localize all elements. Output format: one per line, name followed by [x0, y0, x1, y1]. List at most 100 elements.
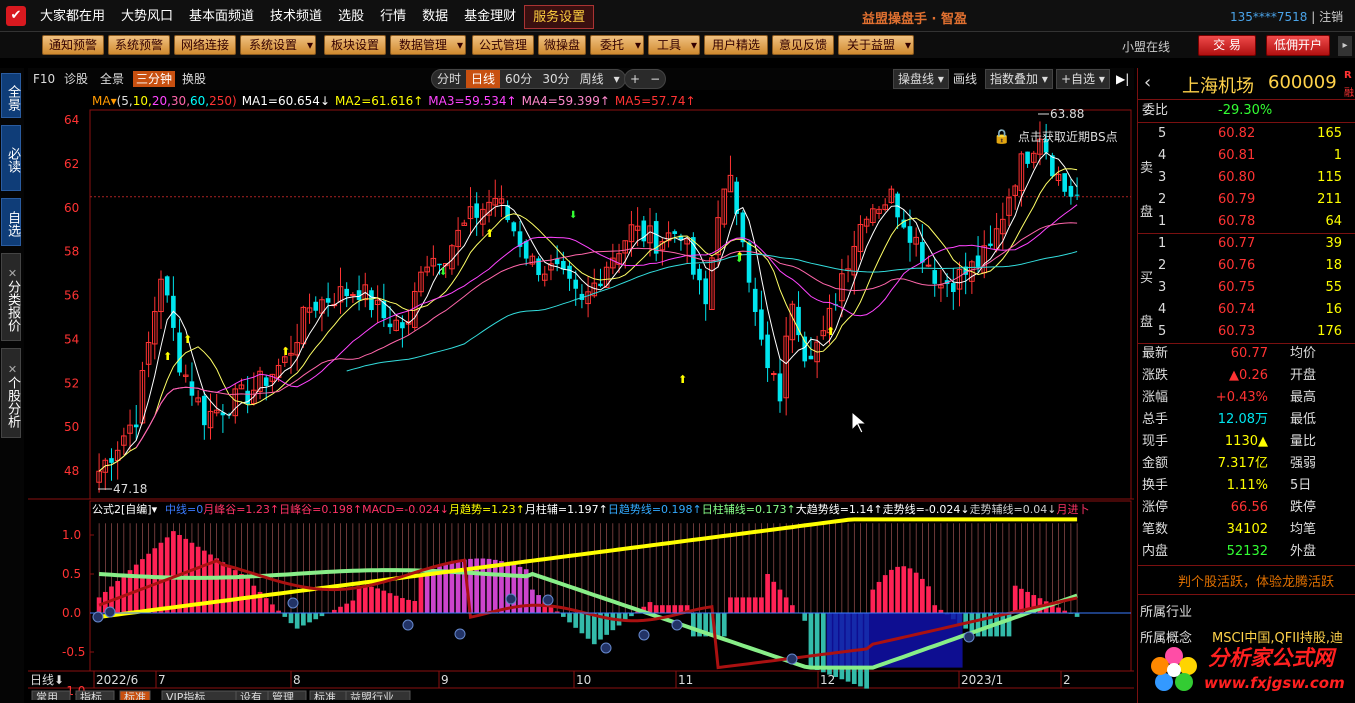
- price-tick: 52: [64, 376, 79, 390]
- toolbar-btn-8[interactable]: 委托: [590, 35, 644, 55]
- bottom-tab-0: 常用: [31, 690, 71, 700]
- add-favorite-dropdown[interactable]: +自选 ▾: [1056, 69, 1110, 89]
- menu-item-2[interactable]: 基本面频道: [181, 5, 262, 29]
- collapse-icon[interactable]: ▸: [1338, 36, 1352, 56]
- close-icon[interactable]: ✕: [6, 363, 19, 376]
- signal-dot-icon: [638, 629, 650, 641]
- next-page-icon[interactable]: ▶|: [1116, 71, 1129, 87]
- bottom-tab-2: 标准: [119, 690, 151, 700]
- buy-row[interactable]: 4 60.74 16: [1138, 299, 1355, 321]
- three-minute-button[interactable]: 三分钟: [133, 71, 176, 87]
- period-dropdown-icon[interactable]: ▾: [609, 70, 625, 88]
- menu-item-1[interactable]: 大势风口: [113, 5, 181, 29]
- index-overlay-dropdown[interactable]: 指数叠加 ▾: [985, 69, 1053, 89]
- trade-button[interactable]: 交 易: [1198, 35, 1256, 56]
- sell-row[interactable]: 5 60.82 165: [1138, 123, 1355, 145]
- candle-body: [672, 231, 678, 234]
- signal-dot-icon: [454, 628, 466, 640]
- open-account-button[interactable]: 低佣开户: [1266, 35, 1330, 56]
- toolbar-btn-4[interactable]: 板块设置: [324, 35, 386, 55]
- menu-item-7[interactable]: 基金理财: [456, 5, 524, 29]
- menu-item-5[interactable]: 行情: [372, 5, 414, 29]
- buy-row[interactable]: 1 60.77 39: [1138, 233, 1355, 255]
- menu-item-3[interactable]: 技术频道: [262, 5, 330, 29]
- svg-text:VIP指标: VIP指标: [166, 690, 205, 700]
- menu-item-6[interactable]: 数据: [414, 5, 456, 29]
- period-0[interactable]: 分时: [432, 70, 466, 88]
- candle-body: [932, 270, 938, 284]
- sell-row[interactable]: 4 60.81 1: [1138, 145, 1355, 167]
- candle-body: [344, 288, 349, 297]
- sidebar-tab-3[interactable]: ✕分类报价: [1, 253, 21, 341]
- signal-dot-icon: [92, 611, 104, 623]
- online-status[interactable]: 小盟在线: [1122, 38, 1170, 55]
- sell-tag-1: 卖: [1140, 161, 1154, 176]
- sell-row[interactable]: 3 60.80 115: [1138, 167, 1355, 189]
- svg-text:指标: 指标: [80, 690, 102, 700]
- candle-body: [1025, 151, 1030, 164]
- diagnose-button[interactable]: 诊股: [64, 71, 88, 87]
- menu-item-0[interactable]: 大家都在用: [32, 5, 113, 29]
- ma-item: MA5=57.74↑: [615, 94, 696, 108]
- toolbar-btn-3[interactable]: 系统设置: [240, 35, 316, 55]
- candle-body: [437, 263, 442, 266]
- bottom-tab-3: VIP指标: [161, 690, 240, 700]
- buy-signal-icon: ⬆: [485, 227, 494, 240]
- toolbar-btn-7[interactable]: 微操盘: [538, 35, 586, 55]
- toolbar-btn-2[interactable]: 网络连接: [174, 35, 236, 55]
- price-tick: 64: [64, 113, 79, 127]
- buy-row[interactable]: 5 60.73 176: [1138, 321, 1355, 343]
- buy-signal-icon: ⬆: [281, 345, 290, 358]
- candle-body: [808, 355, 814, 360]
- ma-legend: MA▾(5,10,20,30,60,250) MA1=60.654↓ MA2=61.…: [92, 94, 696, 108]
- candle-body: [573, 279, 579, 289]
- buy-row[interactable]: 3 60.75 55: [1138, 277, 1355, 299]
- toolbar-btn-1[interactable]: 系统预警: [108, 35, 170, 55]
- op-line-dropdown[interactable]: 操盘线 ▾: [893, 69, 949, 89]
- menu-item-4[interactable]: 选股: [330, 5, 372, 29]
- zoom-out-button[interactable]: −: [645, 70, 665, 88]
- candle-body: [765, 334, 770, 369]
- menu-item-8[interactable]: 服务设置: [524, 5, 595, 29]
- sell-row[interactable]: 2 60.79 211: [1138, 189, 1355, 211]
- candle-body: [598, 283, 603, 287]
- quote-row: 最新 60.77 均价: [1142, 346, 1317, 361]
- svg-text:设有: 设有: [240, 690, 262, 700]
- promo-link[interactable]: 判个股活跃，体验龙腾活跃: [1178, 571, 1334, 590]
- zoom-in-button[interactable]: +: [625, 70, 645, 88]
- sidebar-tab-4[interactable]: ✕个股分析: [1, 348, 21, 438]
- back-arrow-icon[interactable]: ‹: [1144, 72, 1151, 93]
- candle-body: [1074, 194, 1080, 196]
- switch-stock-button[interactable]: 换股: [182, 71, 206, 87]
- logout-link[interactable]: 注销: [1319, 10, 1343, 24]
- candle-body: [350, 294, 356, 297]
- main-chart[interactable]: MA▾(5,10,20,30,60,250) MA1=60.654↓ MA2=61.…: [28, 90, 1134, 700]
- sidebar-tab-2[interactable]: 自选: [1, 198, 21, 246]
- quote-panel: ‹ 上海机场 600009 R 融 委比 -29.30% 5 60.82 165 4 6…: [1137, 68, 1355, 703]
- f10-button[interactable]: F10: [33, 71, 55, 87]
- toolbar-btn-11[interactable]: 意见反馈: [772, 35, 834, 55]
- period-3[interactable]: 30分: [537, 70, 574, 88]
- price-tick: 58: [64, 245, 79, 259]
- draw-line-button[interactable]: 画线: [953, 71, 977, 87]
- period-1[interactable]: 日线: [466, 70, 501, 88]
- sidebar-tab-1[interactable]: 必读: [1, 125, 21, 191]
- period-4[interactable]: 周线: [575, 70, 609, 88]
- period-2[interactable]: 60分: [500, 70, 537, 88]
- toolbar-btn-6[interactable]: 公式管理: [472, 35, 534, 55]
- sidebar-tab-0[interactable]: 全景: [1, 73, 21, 118]
- buy-row[interactable]: 2 60.76 18: [1138, 255, 1355, 277]
- toolbar-btn-9[interactable]: 工具: [648, 35, 700, 55]
- sell-row[interactable]: 1 60.78 64: [1138, 211, 1355, 233]
- sell-signal-icon: ⬇: [735, 254, 743, 265]
- toolbar-btn-10[interactable]: 用户精选: [704, 35, 768, 55]
- toolbar-btn-12[interactable]: 关于益盟: [838, 35, 914, 55]
- stock-header: ‹ 上海机场 600009 R 融: [1138, 68, 1355, 100]
- close-icon[interactable]: ✕: [6, 267, 19, 280]
- app-logo[interactable]: ✔: [6, 6, 26, 26]
- toolbar-btn-0[interactable]: 通知预警: [42, 35, 104, 55]
- user-phone[interactable]: 135****7518: [1230, 10, 1307, 24]
- toolbar-btn-5[interactable]: 数据管理: [390, 35, 466, 55]
- user-account: 135****7518 | 注销: [1230, 10, 1344, 24]
- panorama-button[interactable]: 全景: [100, 71, 124, 87]
